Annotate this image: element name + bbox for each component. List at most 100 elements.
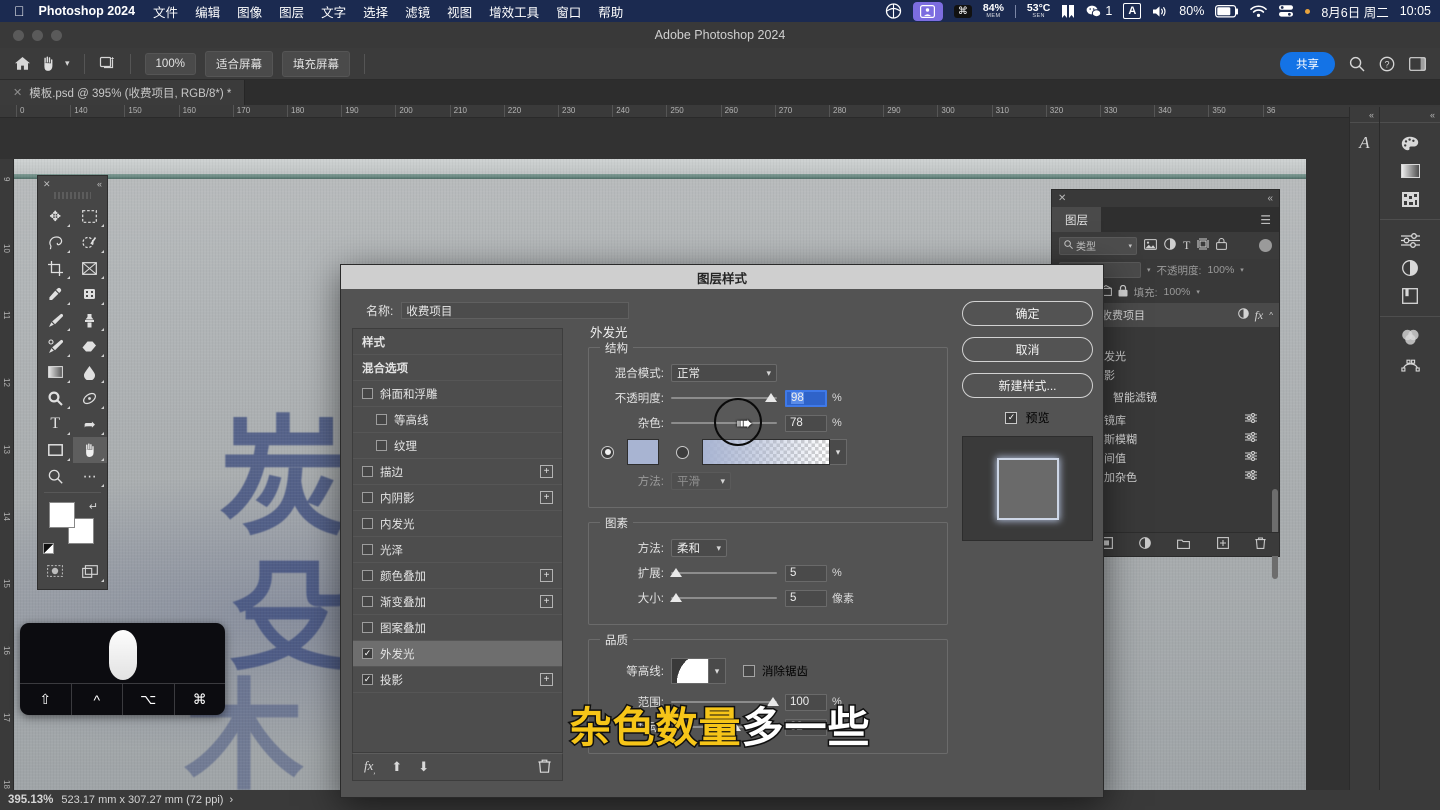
menu-item-layer[interactable]: 图层	[279, 2, 304, 21]
style-list-item-7[interactable]: 内发光	[353, 511, 562, 537]
name-input[interactable]: 收费项目	[401, 302, 630, 319]
crop-tool-icon[interactable]	[38, 255, 73, 281]
style-enable-checkbox[interactable]	[362, 388, 373, 399]
panel-menu-icon[interactable]: ☰	[1260, 207, 1279, 232]
style-enable-checkbox[interactable]	[376, 414, 387, 425]
gradient-tool-icon[interactable]	[38, 359, 73, 385]
fx-icon[interactable]: fx	[1255, 308, 1264, 323]
memory-stat[interactable]: 84% MEM	[983, 2, 1004, 20]
close-icon[interactable]: ✕	[43, 179, 51, 190]
antialias-checkbox[interactable]	[743, 665, 755, 677]
style-enable-checkbox[interactable]: ✓	[362, 648, 373, 659]
wifi-icon[interactable]	[1250, 4, 1268, 18]
new-group-icon[interactable]	[1177, 538, 1191, 552]
menu-item-select[interactable]: 选择	[363, 2, 388, 21]
quick-select-tool-icon[interactable]	[73, 229, 108, 255]
style-enable-checkbox[interactable]	[362, 518, 373, 529]
image-filter-icon[interactable]	[1144, 238, 1157, 253]
style-list-item-9[interactable]: 颜色叠加 +	[353, 563, 562, 589]
fit-screen-button[interactable]: 适合屏幕	[204, 50, 273, 77]
sensor-stat[interactable]: 53°C SEN	[1027, 2, 1050, 20]
gradient-radio[interactable]	[676, 445, 689, 459]
character-panel-icon[interactable]: A	[1350, 129, 1379, 157]
chevron-down-icon[interactable]: ▾	[1196, 288, 1200, 296]
contour-preview[interactable]	[671, 658, 709, 684]
brush-tool-icon[interactable]	[38, 307, 73, 333]
healing-brush-tool-icon[interactable]	[73, 281, 108, 307]
dodge-tool-icon[interactable]	[38, 385, 73, 411]
glow-color-swatch[interactable]	[627, 439, 659, 465]
filter-settings-icon[interactable]	[1245, 469, 1279, 483]
zoom-tool-icon[interactable]	[38, 463, 73, 489]
type-tool-icon[interactable]: T	[38, 411, 73, 437]
clone-stamp-tool-icon[interactable]	[73, 307, 108, 333]
add-effect-icon[interactable]: +	[540, 673, 553, 686]
style-enable-checkbox[interactable]	[376, 440, 387, 451]
style-list-item-3[interactable]: 等高线	[353, 407, 562, 433]
control-toggle-icon[interactable]	[1278, 4, 1294, 18]
eraser-tool-icon[interactable]	[73, 333, 108, 359]
opacity-value[interactable]: 100%	[1207, 264, 1234, 276]
adjustment-filter-icon[interactable]	[1164, 238, 1176, 253]
adjustments-panel-icon[interactable]	[1380, 226, 1440, 254]
arrow-down-icon[interactable]: ⬇	[418, 759, 429, 775]
foreground-color-swatch[interactable]	[49, 502, 75, 528]
default-colors-icon[interactable]	[43, 543, 54, 554]
filter-settings-icon[interactable]	[1245, 412, 1279, 426]
style-list-item-8[interactable]: 光泽	[353, 537, 562, 563]
path-select-tool-icon[interactable]: ➦	[73, 411, 108, 437]
menu-item-window[interactable]: 窗口	[556, 2, 581, 21]
tab-layers[interactable]: 图层	[1052, 207, 1101, 232]
frame-tool-icon[interactable]	[73, 255, 108, 281]
style-list-item-1[interactable]: 混合选项	[353, 355, 562, 381]
screen-mode-icon[interactable]	[73, 558, 108, 584]
style-list-item-0[interactable]: 样式	[353, 329, 562, 355]
filter-settings-icon[interactable]	[1245, 450, 1279, 464]
command-key-icon[interactable]: ⌘	[953, 4, 972, 18]
gradient-panel-icon[interactable]	[1380, 157, 1440, 185]
slider-knob[interactable]	[765, 393, 777, 402]
apple-icon[interactable]: 	[14, 4, 25, 18]
status-chevron-icon[interactable]: ›	[229, 794, 233, 806]
dock-collapse-icon[interactable]: «	[1380, 107, 1440, 122]
screen-recorder-icon[interactable]	[885, 3, 902, 19]
wechat-icon[interactable]	[1086, 5, 1102, 18]
color-panel-icon[interactable]	[1380, 129, 1440, 157]
gradient-dropdown-icon[interactable]: ▾	[830, 439, 847, 465]
menu-item-view[interactable]: 视图	[447, 2, 472, 21]
paths-panel-icon[interactable]	[1380, 351, 1440, 379]
contour-dropdown-icon[interactable]: ▾	[709, 658, 726, 684]
collapse-icon[interactable]: «	[97, 179, 102, 189]
channels-panel-icon[interactable]	[1380, 323, 1440, 351]
input-method-icon[interactable]: A	[1123, 3, 1142, 19]
hand-tool-icon[interactable]	[40, 55, 56, 72]
spread-input[interactable]: 5	[785, 564, 827, 582]
zoom-100-button[interactable]: 100%	[144, 52, 196, 75]
slider-knob[interactable]	[670, 593, 682, 602]
shape-tool-icon[interactable]	[38, 437, 73, 463]
opacity-input[interactable]: 98	[785, 389, 827, 407]
libraries-panel-icon[interactable]	[1380, 282, 1440, 310]
add-effect-icon[interactable]: +	[540, 491, 553, 504]
style-list-item-4[interactable]: 纹理	[353, 433, 562, 459]
quick-mask-icon[interactable]	[38, 558, 73, 584]
add-effect-icon[interactable]: +	[540, 465, 553, 478]
style-enable-checkbox[interactable]	[362, 570, 373, 581]
delete-layer-icon[interactable]	[1255, 537, 1266, 552]
slider-knob[interactable]	[670, 568, 682, 577]
add-effect-icon[interactable]: +	[540, 595, 553, 608]
spread-slider[interactable]	[670, 565, 777, 581]
add-effect-icon[interactable]: +	[540, 569, 553, 582]
help-icon[interactable]: ?	[1379, 56, 1395, 72]
move-tool-icon[interactable]: ✥	[38, 203, 73, 229]
new-style-button[interactable]: 新建样式...	[962, 373, 1093, 398]
chevron-down-icon[interactable]: ▾	[1240, 266, 1244, 274]
adjustment-layer-icon[interactable]	[1139, 537, 1152, 552]
eyedropper-tool-icon[interactable]	[38, 281, 73, 307]
menu-item-type[interactable]: 文字	[321, 2, 346, 21]
smart-object-filter-icon[interactable]	[1216, 238, 1228, 253]
menu-bar-time[interactable]: 10:05	[1400, 4, 1431, 18]
menu-bar-date[interactable]: 8月6日 周二	[1321, 2, 1388, 21]
blur-tool-icon[interactable]	[73, 359, 108, 385]
technique-select[interactable]: 柔和 ▾	[671, 539, 727, 557]
